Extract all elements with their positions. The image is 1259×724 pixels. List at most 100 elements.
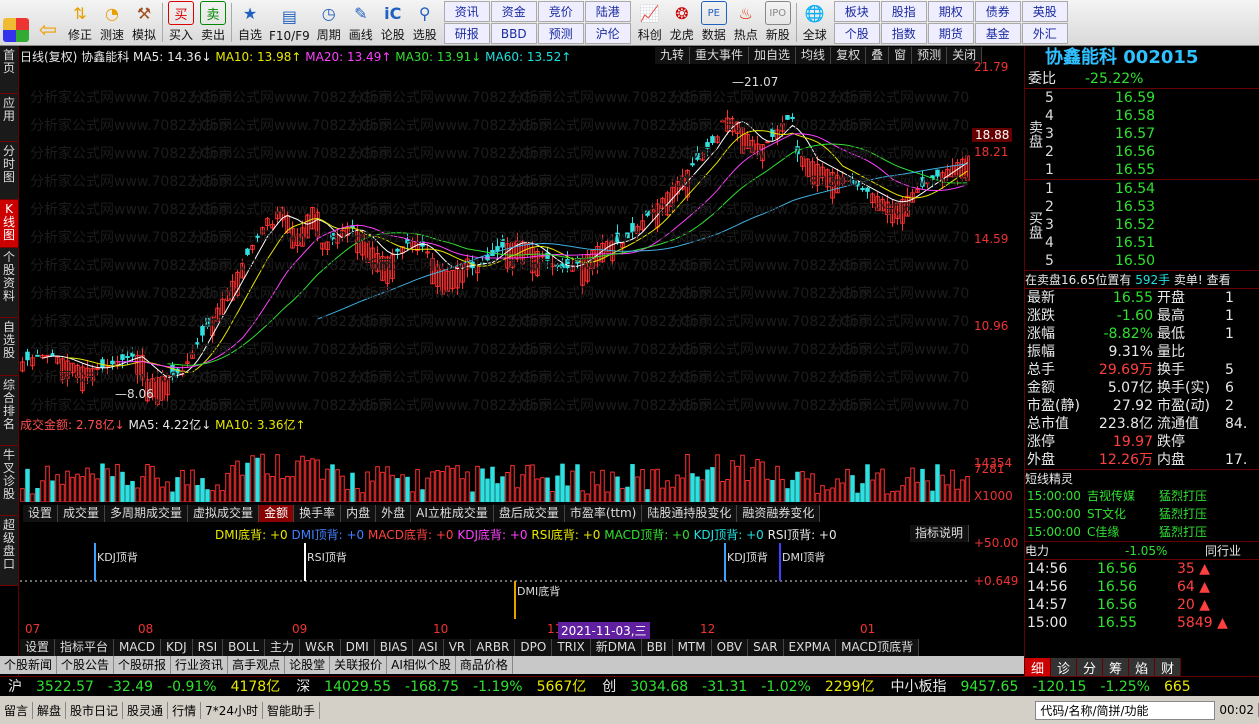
tab-home[interactable]: 首页 <box>0 46 18 94</box>
tab-kline[interactable]: K线图 <box>0 200 18 248</box>
grid-bbd[interactable]: BBD <box>490 23 537 44</box>
indicator-tab[interactable]: DPO <box>515 639 553 656</box>
grid-bidding[interactable]: 竞价 <box>537 1 584 22</box>
indicator-tab[interactable]: SAR <box>748 639 784 656</box>
tab-watchlist[interactable]: 自选股 <box>0 318 18 376</box>
sell-button[interactable]: 卖卖出 <box>197 0 229 45</box>
news-tab[interactable]: 论股堂 <box>285 656 331 674</box>
sub-tab[interactable]: 金额 <box>259 505 295 522</box>
sub-tab[interactable]: 融资融券变化 <box>737 505 821 522</box>
grid-stocks[interactable]: 个股 <box>833 23 880 44</box>
grid-sector[interactable]: 板块 <box>833 1 880 22</box>
tab-ranking[interactable]: 综合排名 <box>0 376 18 446</box>
back-button[interactable]: ⇦ <box>32 0 64 45</box>
indicator-tab[interactable]: 设置 <box>20 639 56 656</box>
tab-profile[interactable]: 个股资料 <box>0 248 18 318</box>
book-row[interactable]: 1 16.54 <box>1045 180 1155 198</box>
status-item[interactable]: 留言 <box>0 701 34 719</box>
short-item[interactable]: 15:00:00 ST文化 猛烈打压 <box>1025 505 1259 523</box>
period-button[interactable]: ◷ 周期 <box>313 0 345 45</box>
sub-tab[interactable]: 成交量 <box>58 505 106 522</box>
sub-tab[interactable]: 多周期成交量 <box>105 505 189 522</box>
kline-chart[interactable]: —21.07—8.06分析家公式网www.70822.Com分析家公式网www.… <box>20 62 970 422</box>
sub-tab[interactable]: 盘后成交量 <box>493 505 565 522</box>
grid-research[interactable]: 研报 <box>443 23 490 44</box>
indicator-tab[interactable]: 主力 <box>265 639 301 656</box>
indicator-tab[interactable]: MTM <box>672 639 712 656</box>
sub-tab[interactable]: 设置 <box>23 505 59 522</box>
indicator-tab[interactable]: KDJ <box>161 639 193 656</box>
hot-button[interactable]: ♨ 热点 <box>730 0 762 45</box>
tab-level2[interactable]: 超级盘口 <box>0 516 18 586</box>
right-tab[interactable]: 细 <box>1025 658 1052 677</box>
news-tab[interactable]: AI相似个股 <box>387 656 456 674</box>
news-tab[interactable]: 行业资讯 <box>171 656 229 674</box>
news-tab[interactable]: 高手观点 <box>228 656 286 674</box>
grid-index-futures[interactable]: 股指 <box>880 1 927 22</box>
ipo-button[interactable]: IPO 新股 <box>762 0 794 45</box>
news-tab[interactable]: 个股研报 <box>114 656 172 674</box>
watchlist-button[interactable]: ★ 自选 <box>234 0 266 45</box>
search-input[interactable]: 代码/名称/简拼/功能 <box>1035 700 1216 720</box>
discuss-button[interactable]: iC 论股 <box>377 0 409 45</box>
indicator-tab[interactable]: 指标平台 <box>55 639 115 656</box>
star-market-button[interactable]: 📈 科创 <box>634 0 666 45</box>
indicator-tab[interactable]: ARBR <box>471 639 516 656</box>
data-button[interactable]: PE 数据 <box>698 0 730 45</box>
grid-forecast[interactable]: 预测 <box>537 23 584 44</box>
book-row[interactable]: 2 16.53 <box>1045 198 1155 216</box>
indicator-chart[interactable]: KDJ顶背 RSI顶背 DMI底背 KDJ顶背 DMI顶背 <box>20 541 970 621</box>
grid-london[interactable]: 沪伦 <box>584 23 631 44</box>
simulate-button[interactable]: ⚒ 模拟 <box>128 0 160 45</box>
grid-futures[interactable]: 期货 <box>927 23 974 44</box>
right-tab[interactable]: 分 <box>1077 658 1104 677</box>
index-item[interactable]: 中小板指 9457.65 -120.15 -1.25% 665 <box>882 677 1198 696</box>
indicator-tab[interactable]: MACD顶底背 <box>836 639 920 656</box>
indicator-tab[interactable]: W&R <box>300 639 341 656</box>
indicator-tab[interactable]: EXPMA <box>783 639 837 656</box>
book-row[interactable]: 4 16.51 <box>1045 234 1155 252</box>
indicator-tab[interactable]: 新DMA <box>590 639 642 656</box>
speed-button[interactable]: ◔ 测速 <box>96 0 128 45</box>
volume-chart[interactable] <box>20 446 970 502</box>
indicator-tab[interactable]: DMI <box>340 639 375 656</box>
buy-button[interactable]: 买买入 <box>165 0 197 45</box>
book-row[interactable]: 1 16.55 <box>1045 161 1155 179</box>
sub-tab[interactable]: AI立桩成交量 <box>411 505 494 522</box>
right-tab[interactable]: 诊 <box>1051 658 1078 677</box>
index-item[interactable]: 创 3034.68 -31.31 -1.02% 2299亿 <box>594 677 882 696</box>
sub-tab[interactable]: 外盘 <box>376 505 412 522</box>
tab-apps[interactable]: 应用 <box>0 94 18 142</box>
global-button[interactable]: 🌐 全球 <box>799 0 831 45</box>
news-tab[interactable]: 关联报价 <box>330 656 388 674</box>
tab-diagnosis[interactable]: 牛叉诊股 <box>0 446 18 516</box>
indicator-tab[interactable]: BIAS <box>374 639 414 656</box>
grid-hk[interactable]: 陆港 <box>584 1 631 22</box>
index-item[interactable]: 沪 3522.57 -32.49 -0.91% 4178亿 <box>0 677 288 696</box>
fix-button[interactable]: ⇅ 修正 <box>64 0 96 45</box>
index-item[interactable]: 深 14029.55 -168.75 -1.19% 5667亿 <box>288 677 594 696</box>
layout-button[interactable] <box>0 0 32 45</box>
grid-bonds[interactable]: 债券 <box>974 1 1021 22</box>
right-tab[interactable]: 筹 <box>1103 658 1130 677</box>
status-item[interactable]: 股灵通 <box>123 701 169 719</box>
indicator-tab[interactable]: ASI <box>413 639 444 656</box>
status-item[interactable]: 行情 <box>168 701 202 719</box>
status-item[interactable]: 7*24小时 <box>201 701 263 719</box>
book-row[interactable]: 3 16.57 <box>1045 125 1155 143</box>
tab-intraday[interactable]: 分时图 <box>0 142 18 200</box>
short-item[interactable]: 15:00:00 C佳缘 猛烈打压 <box>1025 523 1259 541</box>
book-row[interactable]: 2 16.56 <box>1045 143 1155 161</box>
news-tab[interactable]: 个股新闻 <box>0 656 58 674</box>
sub-tab[interactable]: 内盘 <box>341 505 377 522</box>
sub-tab[interactable]: 换手率 <box>294 505 342 522</box>
right-tab[interactable]: 焰 <box>1129 658 1156 677</box>
grid-uk-stocks[interactable]: 英股 <box>1021 1 1068 22</box>
indicator-tab[interactable]: TRIX <box>552 639 591 656</box>
indicator-explain-button[interactable]: 指标说明 <box>910 525 970 542</box>
grid-forex[interactable]: 外汇 <box>1021 23 1068 44</box>
grid-funds[interactable]: 资金 <box>490 1 537 22</box>
pick-button[interactable]: ⚲ 选股 <box>409 0 441 45</box>
news-tab[interactable]: 商品价格 <box>456 656 513 674</box>
indicator-tab[interactable]: MACD <box>114 639 162 656</box>
